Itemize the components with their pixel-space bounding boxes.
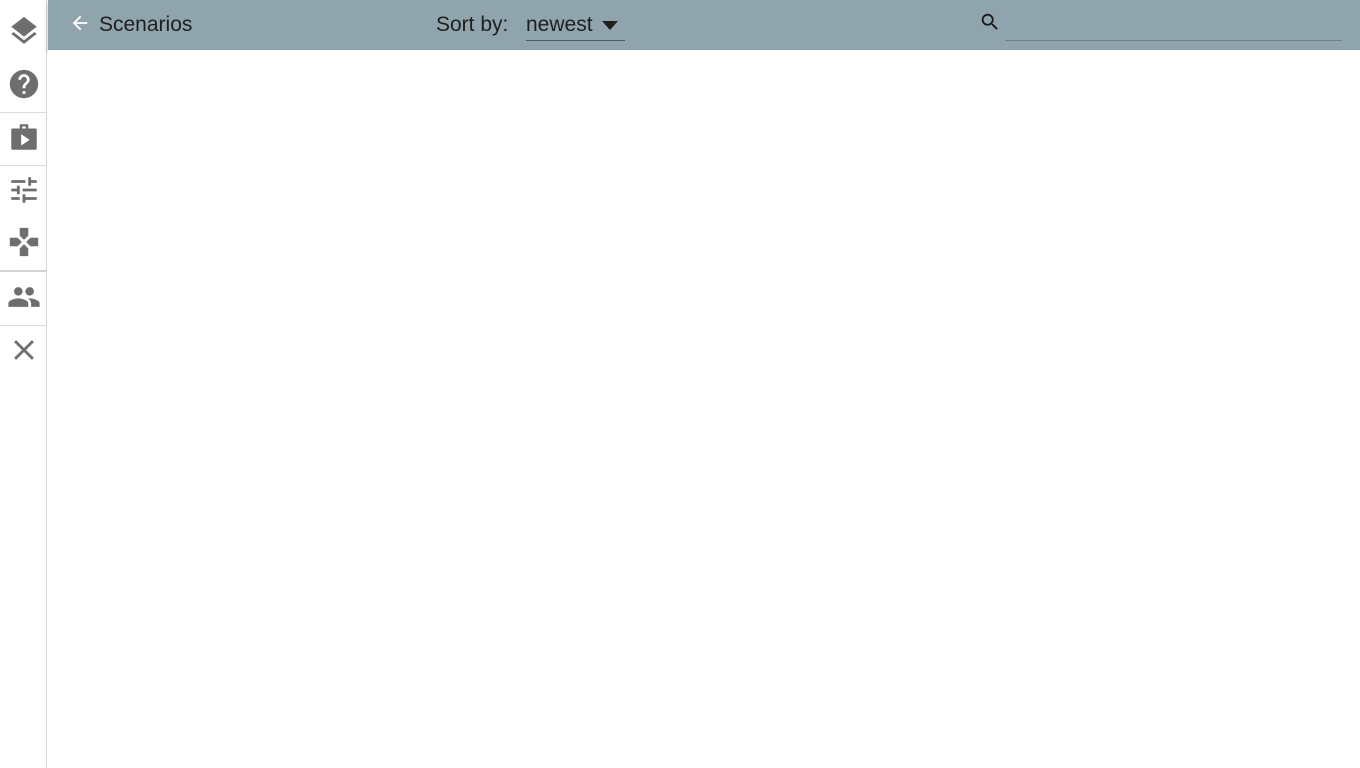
header-bar: Scenarios Sort by: newest: [48, 0, 1360, 50]
sidebar: [0, 0, 47, 768]
sort-select[interactable]: newest: [526, 10, 625, 41]
arrow-back-icon: [72, 15, 88, 31]
caret-down-icon: [602, 21, 618, 30]
gamepad-icon: [9, 227, 38, 257]
layers-icon: [10, 16, 37, 44]
scenario-pack-icon: [10, 124, 37, 150]
people-icon: [7, 287, 40, 307]
tune-icon: [10, 177, 37, 203]
sort-value: newest: [526, 13, 593, 36]
gamepad-button[interactable]: [0, 217, 47, 267]
close-icon: [13, 340, 34, 360]
layers-button[interactable]: [0, 6, 47, 56]
help-button[interactable]: [0, 59, 47, 109]
page-title: Scenarios: [99, 13, 193, 36]
help-icon: [9, 69, 38, 99]
scenario-list-area: [48, 50, 1360, 768]
close-button[interactable]: [0, 325, 47, 375]
scenario-pack-button[interactable]: [0, 112, 47, 162]
people-button[interactable]: [0, 272, 47, 322]
search-input[interactable]: [1005, 8, 1342, 41]
search-icon: [981, 13, 998, 30]
tune-button[interactable]: [0, 165, 47, 215]
sort-label: Sort by:: [436, 13, 509, 36]
back-button[interactable]: [68, 9, 92, 37]
